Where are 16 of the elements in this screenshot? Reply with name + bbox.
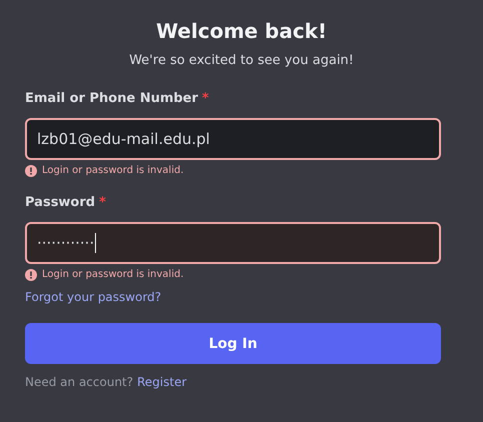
welcome-title: Welcome back! (156, 18, 327, 45)
input-field[interactable]: ············ (25, 222, 441, 264)
input-field[interactable]: lzb01@edu-mail.edu.pl (25, 118, 441, 160)
required-mark: * (202, 90, 209, 108)
login-button[interactable]: Log In (25, 323, 441, 364)
register-link[interactable]: Register (137, 374, 187, 390)
subtitle: We're so excited to see you again! (129, 52, 354, 70)
required-mark: * (99, 194, 106, 212)
field-label: Password (25, 194, 96, 212)
field-label: Email or Phone Number (25, 90, 198, 108)
register-prompt: Need an account? (25, 374, 134, 390)
error-icon (25, 269, 37, 281)
error-message: Login or password is invalid. (42, 164, 184, 178)
forgot-password-link[interactable]: Forgot your password? (25, 289, 162, 305)
error-icon (25, 165, 37, 177)
error-message: Login or password is invalid. (42, 268, 184, 282)
